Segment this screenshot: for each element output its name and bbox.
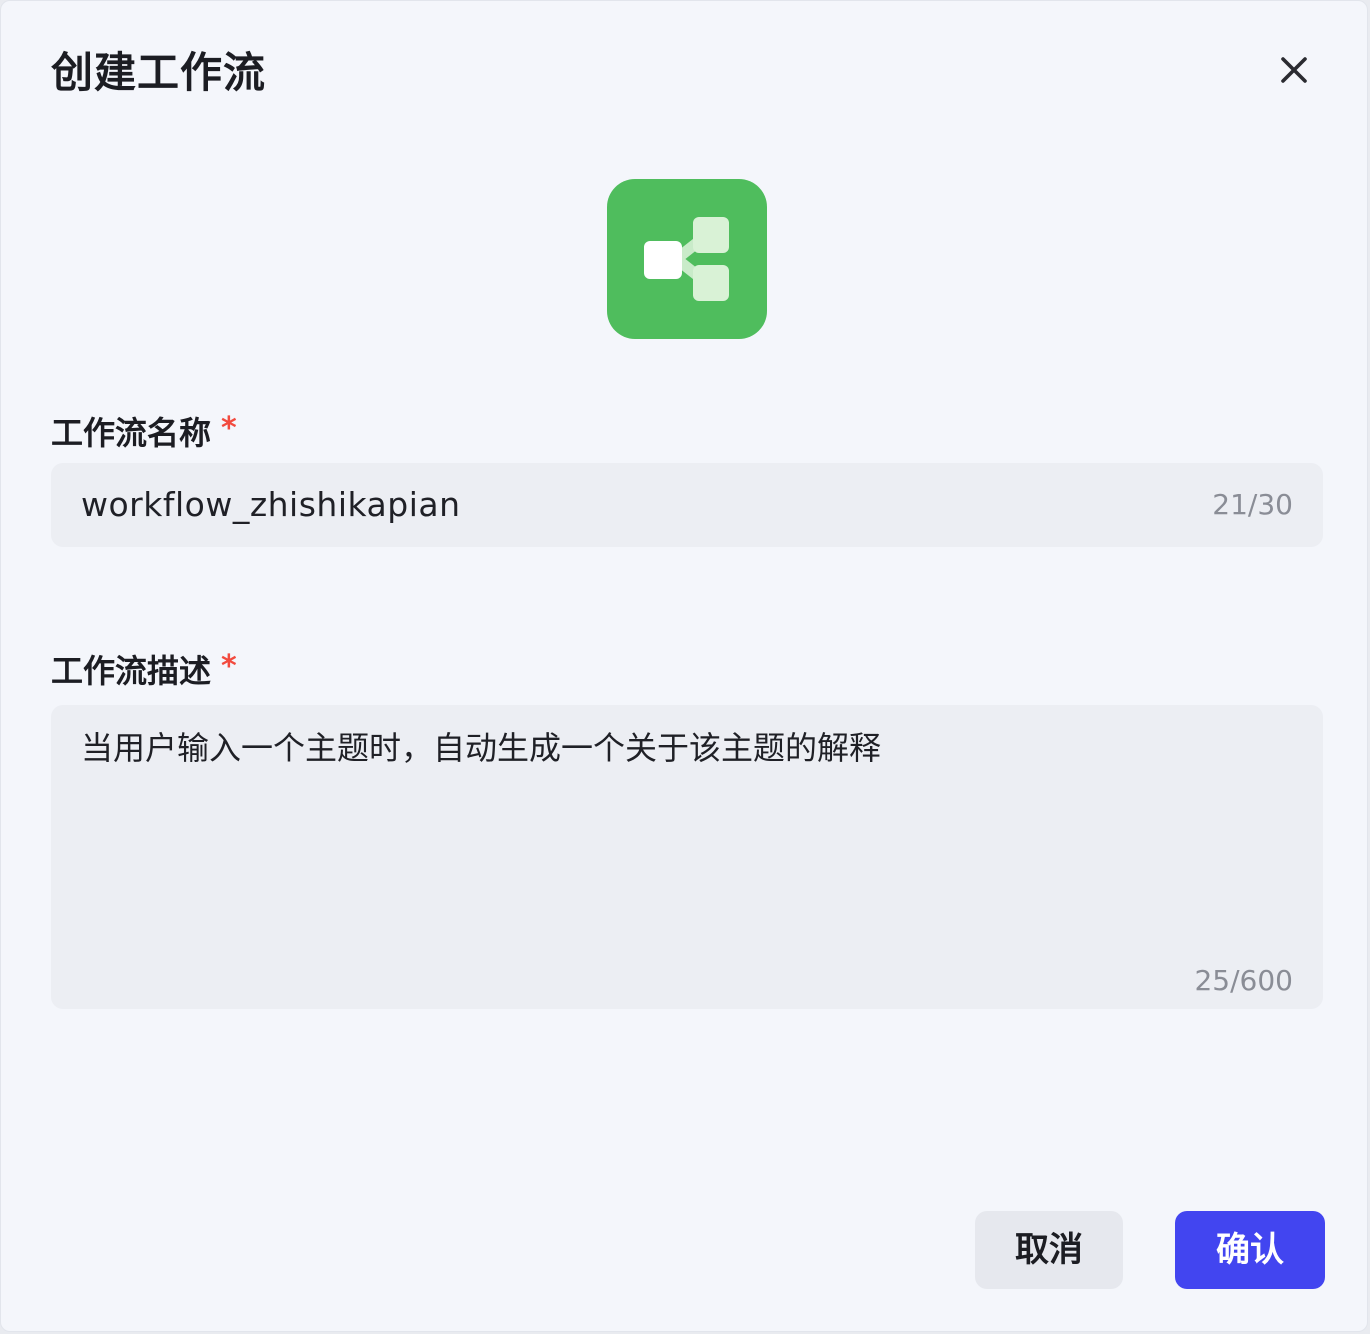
- name-char-counter: 21/30: [1212, 488, 1293, 521]
- workflow-name-input[interactable]: workflow_zhishikapian 21/30: [51, 463, 1323, 547]
- required-mark: *: [221, 411, 237, 446]
- close-icon[interactable]: [1271, 47, 1317, 93]
- workflow-icon[interactable]: [607, 179, 767, 339]
- cancel-button[interactable]: 取消: [975, 1211, 1123, 1289]
- create-workflow-dialog: 创建工作流 工作流名称 * workflow_zhishikapian 21/30…: [0, 0, 1368, 1332]
- required-mark: *: [221, 649, 237, 684]
- workflow-description-label: 工作流描述 *: [51, 647, 237, 691]
- workflow-name-label: 工作流名称 *: [51, 409, 237, 453]
- confirm-button[interactable]: 确认: [1175, 1211, 1325, 1289]
- description-char-counter: 25/600: [1194, 964, 1293, 997]
- workflow-name-label-text: 工作流名称: [51, 414, 212, 452]
- workflow-name-value[interactable]: workflow_zhishikapian: [81, 485, 461, 525]
- workflow-description-value[interactable]: 当用户输入一个主题时，自动生成一个关于该主题的解释: [81, 727, 881, 769]
- dialog-title: 创建工作流: [51, 48, 267, 97]
- workflow-description-label-text: 工作流描述: [51, 652, 212, 690]
- workflow-description-textarea[interactable]: 当用户输入一个主题时，自动生成一个关于该主题的解释 25/600: [51, 705, 1323, 1009]
